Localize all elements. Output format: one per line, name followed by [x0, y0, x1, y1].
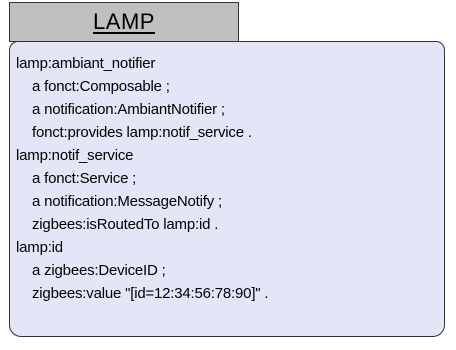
triple-line: a fonct:Service ;	[32, 170, 137, 187]
triple-line: a zigbees:DeviceID ;	[32, 262, 166, 279]
triple-line: zigbees:isRoutedTo lamp:id .	[32, 216, 219, 233]
triple-line: zigbees:value "[id=12:34:56:78:90]" .	[32, 285, 269, 302]
lamp-node: LAMP lamp:ambiant_notifier a fonct:Compo…	[0, 0, 456, 350]
node-title: LAMP	[93, 9, 155, 34]
triple-line: a notification:MessageNotify ;	[32, 193, 222, 210]
node-body: lamp:ambiant_notifier a fonct:Composable…	[9, 41, 445, 337]
triple-line: lamp:notif_service	[16, 147, 134, 164]
triple-line: lamp:ambiant_notifier	[16, 55, 156, 72]
triple-line: fonct:provides lamp:notif_service .	[32, 124, 252, 141]
node-header-tab: LAMP	[9, 2, 239, 42]
triple-line: lamp:id	[16, 239, 63, 256]
triple-line: a fonct:Composable ;	[32, 78, 170, 95]
triple-line: a notification:AmbiantNotifier ;	[32, 101, 225, 118]
